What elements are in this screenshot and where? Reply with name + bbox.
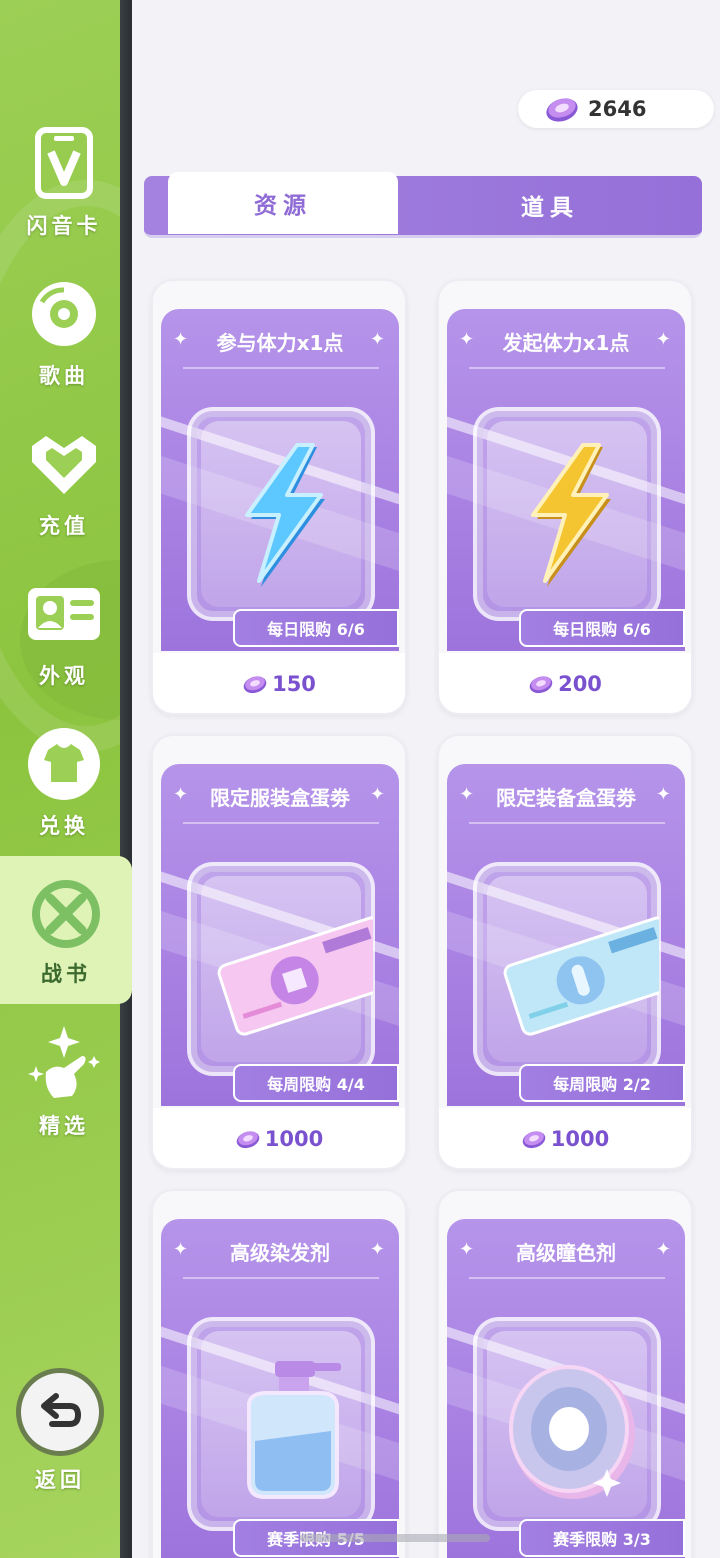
sparkle-icon: ✦ [173,784,189,805]
item-frame [187,862,375,1076]
pink-ticket-icon [217,916,373,1036]
price-row[interactable]: 150 [153,653,405,713]
product-card[interactable]: ✦ 限定装备盒蛋劵 ✦ 每周限购 2/2 1000 [437,734,693,1170]
card-header: ✦ 参与体力x1点 ✦ 每日限购 6/6 [161,309,399,651]
product-card[interactable]: ✦ 限定服装盒蛋劵 ✦ 每周限购 4/4 1000 [151,734,407,1170]
sparkle-icon: ✦ [655,329,671,350]
currency-amount: 2646 [588,97,647,121]
sparkle-icon: ✦ [655,1239,671,1260]
price-row[interactable]: 1000 [439,1108,691,1168]
divider [469,1277,665,1279]
cyan-ticket-icon [503,916,659,1036]
price: 150 [272,672,316,696]
sidebar-item-featured[interactable]: 精选 [0,1008,128,1148]
product-card[interactable]: ✦ 发起体力x1点 ✦ 每日限购 6/6 200 [437,279,693,715]
gem-coin-icon [236,1131,260,1149]
sidebar-item-recharge[interactable]: 充值 [0,408,128,548]
item-frame [187,407,375,621]
back-button[interactable] [16,1368,104,1456]
spray-bottle-icon [247,1361,341,1499]
product-title: 高级染发剂 [230,1240,330,1265]
sparkle-hand-icon [28,1026,100,1098]
sidebar-item-exchange[interactable]: 兑换 [0,708,128,848]
contact-lens-icon [509,1365,635,1499]
card-header: ✦ 发起体力x1点 ✦ 每日限购 6/6 [447,309,685,651]
heart-icon [32,436,96,494]
sparkle-icon: ✦ [173,1239,189,1260]
disc-icon [32,282,96,346]
sidebar-item-songs[interactable]: 歌曲 [0,258,128,398]
purchase-limit-badge: 每日限购 6/6 [233,609,399,647]
product-title: 限定装备盒蛋劵 [496,785,636,810]
divider [183,367,379,369]
product-title: 参与体力x1点 [216,330,344,355]
purchase-limit-badge: 赛季限购 3/3 [519,1519,685,1557]
sparkle-icon: ✦ [459,784,475,805]
sidebar-item-battle-book[interactable]: 战书 [0,856,132,1004]
divider [183,822,379,824]
return-arrow-icon [41,1393,82,1427]
sidebar-item-label: 闪音卡 [26,214,102,238]
sparkle-icon: ✦ [369,1239,385,1260]
purchase-limit-badge: 每日限购 6/6 [519,609,685,647]
home-indicator [300,1534,490,1542]
card-header: ✦ 高级染发剂 ✦ 赛季限购 5/5 [161,1219,399,1558]
price: 200 [558,672,602,696]
id-card-icon [28,588,100,640]
item-frame [473,407,661,621]
sidebar-item-label: 歌曲 [39,364,89,388]
sparkle-icon: ✦ [459,1239,475,1260]
sidebar-item-label: 充值 [39,514,89,538]
sidebar-item-flash-card[interactable]: 闪音卡 [0,108,128,248]
price: 1000 [550,1127,610,1151]
tshirt-icon [28,728,100,800]
gem-coin-icon [522,1131,546,1149]
category-tabs: 资源 道具 [144,172,702,238]
card-header: ✦ 限定服装盒蛋劵 ✦ 每周限购 4/4 [161,764,399,1106]
sparkle-icon: ✦ [173,329,189,350]
card-header: ✦ 高级瞳色剂 ✦ 赛季限购 3/3 [447,1219,685,1558]
sidebar-item-label: 兑换 [39,814,89,838]
sparkle-icon: ✦ [655,784,671,805]
sparkle-icon: ✦ [369,784,385,805]
price-row[interactable]: 1000 [153,1108,405,1168]
item-frame [473,862,661,1076]
sparkle-icon: ✦ [369,329,385,350]
gold-lightning-icon [531,443,611,587]
price: 1000 [264,1127,324,1151]
purchase-limit-badge: 每周限购 4/4 [233,1064,399,1102]
crossed-swords-icon [32,880,100,948]
divider [183,1277,379,1279]
currency-display: 2646 [518,90,714,128]
divider [469,367,665,369]
card-header: ✦ 限定装备盒蛋劵 ✦ 每周限购 2/2 [447,764,685,1106]
product-title: 发起体力x1点 [502,330,630,355]
product-title: 高级瞳色剂 [516,1240,616,1265]
sparkle-icon: ✦ [459,329,475,350]
back-label: 返回 [35,1468,85,1492]
tab-items[interactable]: 道具 [398,176,702,234]
divider [469,822,665,824]
sidebar-item-label: 外观 [39,664,89,688]
sidebar-item-appearance[interactable]: 外观 [0,558,128,698]
card-v-icon [35,127,93,199]
gem-coin-icon [546,98,578,122]
purchase-limit-badge: 每周限购 2/2 [519,1064,685,1102]
sidebar-item-label: 战书 [41,962,91,986]
product-title: 限定服装盒蛋劵 [210,785,350,810]
product-card[interactable]: ✦ 高级瞳色剂 ✦ 赛季限购 3/3 [437,1189,693,1558]
item-frame [187,1317,375,1531]
product-card[interactable]: ✦ 高级染发剂 ✦ 赛季限购 5/5 [151,1189,407,1558]
product-card[interactable]: ✦ 参与体力x1点 ✦ 每日限购 6/6 150 [151,279,407,715]
blue-lightning-icon [245,443,325,587]
gem-coin-icon [243,676,267,694]
sidebar-item-label: 精选 [39,1114,89,1138]
price-row[interactable]: 200 [439,653,691,713]
item-frame [473,1317,661,1531]
gem-coin-icon [529,676,553,694]
tab-resources[interactable]: 资源 [168,172,398,234]
